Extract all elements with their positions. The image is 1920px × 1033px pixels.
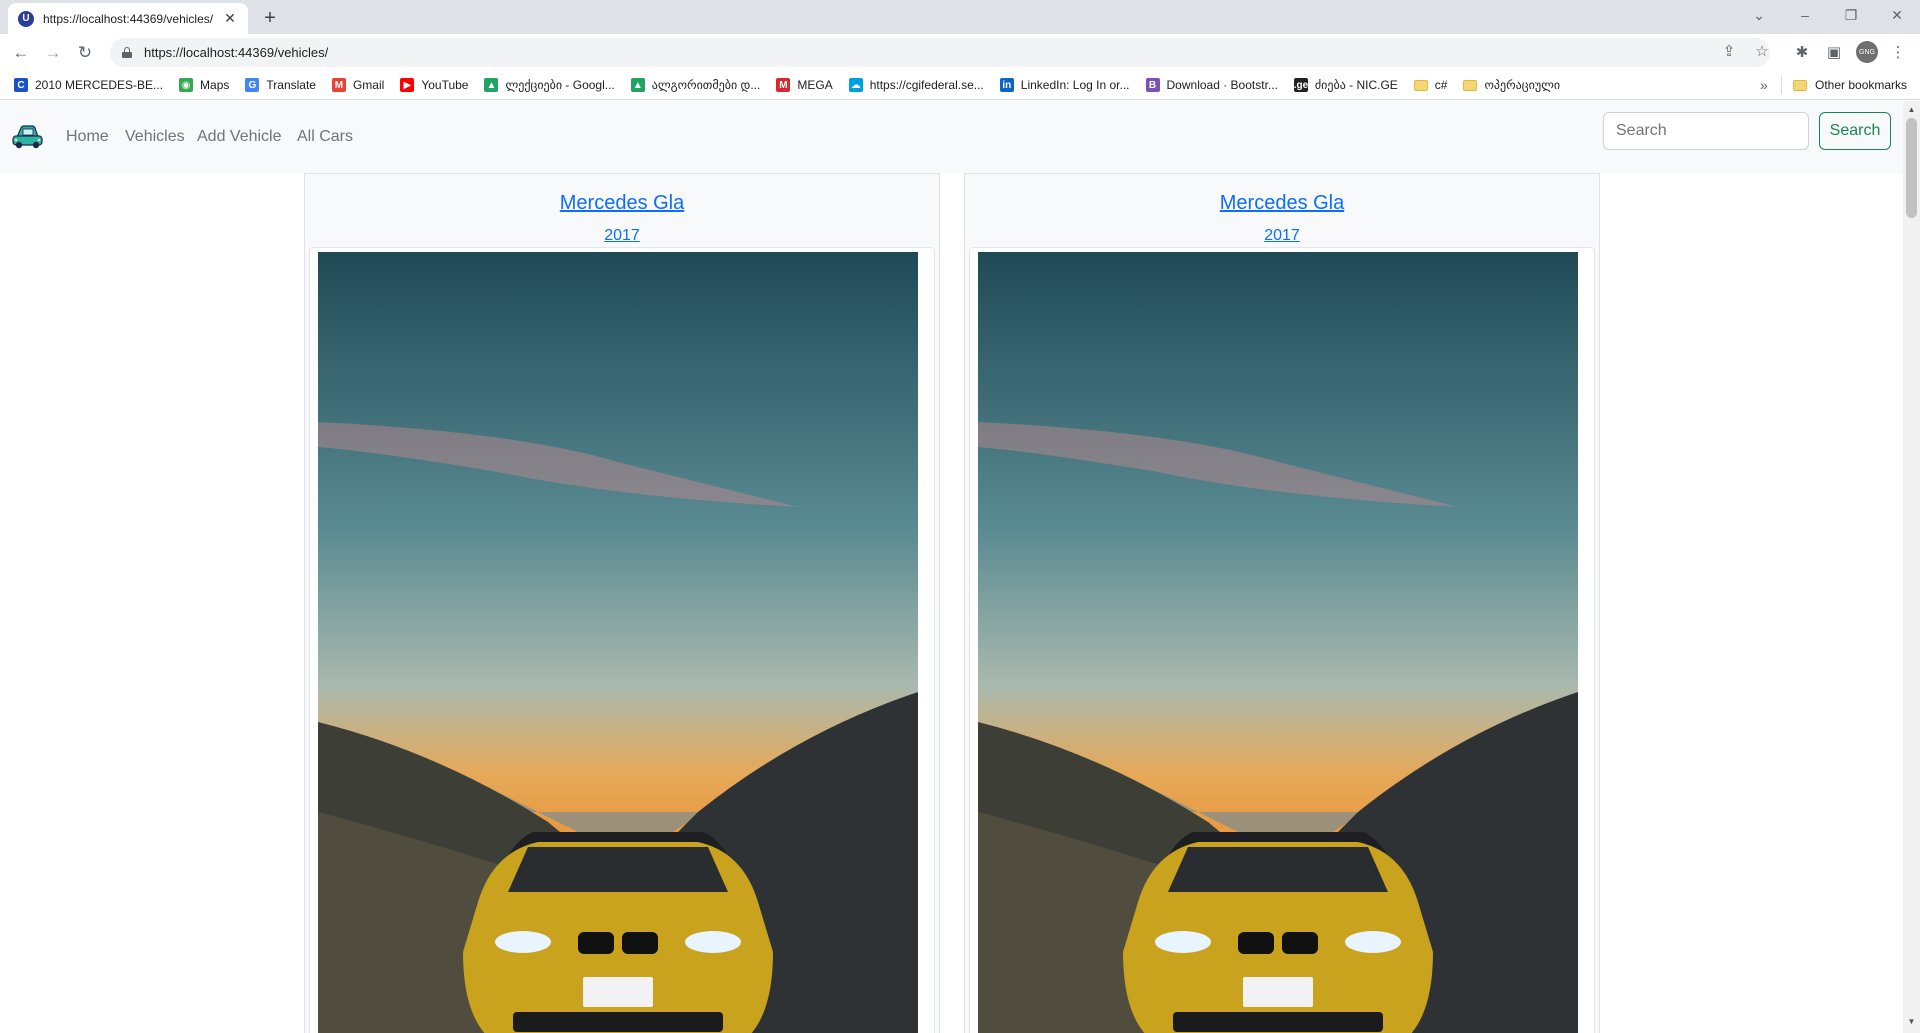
search-button[interactable]: Search xyxy=(1819,112,1891,150)
bookmark-item[interactable]: ☁ https://cgifederal.se... xyxy=(848,78,984,92)
bookmark-label: MEGA xyxy=(797,78,833,92)
car-logo-icon[interactable] xyxy=(11,123,44,151)
vehicle-year-link[interactable]: 2017 xyxy=(305,227,939,245)
bookmark-favicon-icon: C xyxy=(14,78,28,92)
scroll-up-icon[interactable]: ▲ xyxy=(1903,105,1920,115)
bookmark-label: c# xyxy=(1434,78,1448,92)
bookmark-favicon-icon: M xyxy=(776,78,791,92)
reload-button[interactable]: ↻ xyxy=(72,40,98,66)
bookmarks-bar: C 2010 MERCEDES-BE... ◉ Maps G Translate M Gmai… xyxy=(0,71,1920,100)
bookmark-label: Maps xyxy=(200,78,230,92)
profile-avatar[interactable]: GNG xyxy=(1856,41,1878,63)
bookmark-item[interactable]: ◉ Maps xyxy=(179,78,229,92)
nav-all-cars-link[interactable]: All Cars xyxy=(297,128,353,146)
bookmark-favicon-icon: ◉ xyxy=(179,78,194,92)
bookmark-item[interactable]: ▶ YouTube xyxy=(400,78,468,92)
site-navbar: Home Vehicles Add Vehicle All Cars Searc… xyxy=(0,101,1903,173)
vehicle-card: Mercedes Gla 2017 xyxy=(304,173,940,1033)
nav-add-vehicle-link[interactable]: Add Vehicle xyxy=(197,128,282,146)
bookmark-favicon-icon: ▲ xyxy=(630,78,645,92)
folder-icon xyxy=(1793,79,1807,91)
close-tab-icon[interactable]: ✕ xyxy=(222,10,238,27)
side-panel-icon[interactable]: ▣ xyxy=(1822,40,1846,64)
bookmark-favicon-icon: M xyxy=(331,78,346,92)
bookmark-label: YouTube xyxy=(421,78,469,92)
bookmark-label: ალგორითმები დ... xyxy=(651,78,761,92)
bookmark-label: https://cgifederal.se... xyxy=(869,78,984,92)
tab-strip: U https://localhost:44369/vehicles/ ✕ + … xyxy=(0,0,1920,34)
vehicle-title-link[interactable]: Mercedes Gla xyxy=(965,192,1599,215)
bookmark-label: 2010 MERCEDES-BE... xyxy=(35,78,164,92)
bookmark-label: Translate xyxy=(266,78,316,92)
bookmark-label: Gmail xyxy=(352,78,385,92)
bookmark-item[interactable]: in LinkedIn: Log In or... xyxy=(999,78,1130,92)
scroll-down-icon[interactable]: ▼ xyxy=(1903,1017,1920,1027)
page-viewport: Home Vehicles Add Vehicle All Cars Searc… xyxy=(0,101,1903,1033)
search-input[interactable] xyxy=(1603,112,1809,150)
folder-icon xyxy=(1413,79,1428,91)
bookmark-label: ოპერაციული xyxy=(1484,78,1561,92)
close-window-button[interactable]: ✕ xyxy=(1882,3,1912,27)
url-text[interactable]: https://localhost:44369/vehicles/ xyxy=(144,45,328,60)
bookmark-star-icon[interactable]: ☆ xyxy=(1751,40,1773,62)
extensions-icon[interactable]: ✱ xyxy=(1790,40,1814,64)
bookmark-favicon-icon: .ge xyxy=(1293,78,1309,92)
address-bar[interactable]: https://localhost:44369/vehicles/ xyxy=(110,38,1770,67)
bookmark-favicon-icon: G xyxy=(245,78,260,92)
tab-title: https://localhost:44369/vehicles/ xyxy=(43,11,214,26)
nav-vehicles-link[interactable]: Vehicles xyxy=(125,128,185,146)
bookmark-item[interactable]: ▲ ალგორითმები დ... xyxy=(630,78,761,92)
bookmark-favicon-icon: ▲ xyxy=(484,78,499,92)
folder-icon xyxy=(1463,79,1478,91)
bookmark-item[interactable]: G Translate xyxy=(245,78,316,92)
bookmark-label: ლექციები - Googl... xyxy=(505,78,615,92)
share-icon[interactable]: ⇪ xyxy=(1718,40,1740,62)
browser-toolbar: ← → ↻ https://localhost:44369/vehicles/ … xyxy=(0,34,1920,71)
bookmark-favicon-icon: in xyxy=(999,78,1014,92)
other-bookmarks-label: Other bookmarks xyxy=(1815,78,1908,92)
bookmark-label: LinkedIn: Log In or... xyxy=(1020,78,1130,92)
scroll-thumb[interactable] xyxy=(1906,118,1917,218)
bookmark-favicon-icon: ☁ xyxy=(848,78,863,92)
bookmarks-divider xyxy=(1781,76,1782,94)
bookmark-item[interactable]: C 2010 MERCEDES-BE... xyxy=(14,78,163,92)
bookmarks-overflow-icon[interactable]: » xyxy=(1760,77,1768,93)
chrome-menu-icon[interactable]: ⋮ xyxy=(1886,40,1910,64)
vehicle-card: Mercedes Gla 2017 xyxy=(964,173,1600,1033)
bookmark-item[interactable]: M MEGA xyxy=(776,78,833,92)
forward-button[interactable]: → xyxy=(40,40,66,66)
bookmark-item[interactable]: ოპერაციული xyxy=(1463,78,1560,92)
page-scrollbar[interactable]: ▲ ▼ xyxy=(1903,101,1920,1033)
bookmark-label: ძიება - NIC.GE xyxy=(1314,78,1398,92)
minimize-button[interactable]: – xyxy=(1790,3,1820,27)
vehicle-photo xyxy=(318,252,918,1033)
back-button[interactable]: ← xyxy=(8,40,34,66)
bookmark-item[interactable]: c# xyxy=(1413,78,1448,92)
bookmark-item[interactable]: ▲ ლექციები - Googl... xyxy=(484,78,615,92)
bookmark-item[interactable]: M Gmail xyxy=(331,78,385,92)
lock-icon[interactable] xyxy=(122,47,132,58)
new-tab-button[interactable]: + xyxy=(258,6,282,30)
vehicle-year-link[interactable]: 2017 xyxy=(965,227,1599,245)
bookmark-favicon-icon: B xyxy=(1145,78,1160,92)
tab-search-icon[interactable]: ⌄ xyxy=(1744,3,1774,27)
vehicle-photo xyxy=(978,252,1578,1033)
browser-tab[interactable]: U https://localhost:44369/vehicles/ ✕ xyxy=(8,3,248,34)
nav-home-link[interactable]: Home xyxy=(66,128,109,146)
other-bookmarks-folder[interactable]: Other bookmarks xyxy=(1793,78,1907,92)
site-favicon-icon: U xyxy=(18,10,34,27)
vehicle-title-link[interactable]: Mercedes Gla xyxy=(305,192,939,215)
bookmark-favicon-icon: ▶ xyxy=(400,78,415,92)
bookmark-item[interactable]: .ge ძიება - NIC.GE xyxy=(1294,78,1398,92)
bookmark-item[interactable]: B Download · Bootstr... xyxy=(1145,78,1278,92)
bookmark-label: Download · Bootstr... xyxy=(1166,78,1278,92)
restore-button[interactable]: ❐ xyxy=(1836,3,1866,27)
